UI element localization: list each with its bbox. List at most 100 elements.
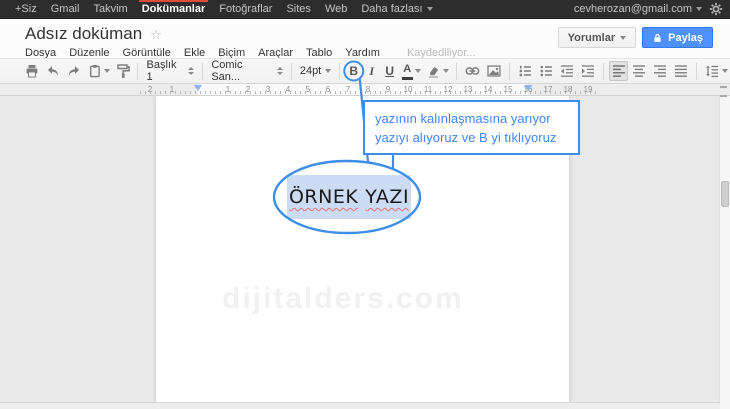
paint-format-button[interactable] [113, 61, 133, 81]
document-title[interactable]: Adsız doküman [25, 24, 142, 44]
decrease-indent-icon [560, 65, 573, 77]
topbar-item-sites[interactable]: Sites [279, 0, 317, 18]
ruler-number: 14 [483, 85, 493, 94]
toolbar-separator [508, 62, 510, 80]
bulleted-list-icon [540, 65, 552, 77]
bold-button[interactable]: B [345, 61, 362, 81]
undo-button[interactable] [43, 61, 63, 81]
toolbar-separator [202, 62, 204, 80]
document-word: ÖRNEK [288, 186, 359, 208]
align-right-button[interactable] [650, 61, 670, 81]
vertical-scrollbar-thumb[interactable] [721, 181, 729, 207]
left-indent-marker[interactable] [194, 85, 202, 91]
ruler-number: 1 [169, 85, 175, 94]
align-left-icon [612, 65, 625, 77]
watermark: dijitalders.com [222, 282, 464, 315]
underline-label: U [385, 64, 395, 78]
ruler-number: 2 [147, 85, 153, 94]
topbar-item-takvim[interactable]: Takvim [86, 0, 134, 18]
toolbar-separator [696, 62, 698, 80]
bulleted-list-button[interactable] [536, 61, 556, 81]
font-label: Comic San... [211, 59, 243, 83]
text-color-button[interactable]: A [399, 61, 423, 81]
chevron-down-icon [443, 69, 450, 73]
font-size-dropdown[interactable]: 24pt [297, 61, 334, 81]
topbar-item-more[interactable]: Daha fazlası [354, 0, 439, 18]
numbered-list-icon [519, 65, 531, 77]
gear-icon[interactable] [708, 1, 724, 17]
italic-button[interactable]: I [363, 61, 380, 81]
justify-button[interactable] [671, 61, 691, 81]
chevron-down-icon [103, 69, 110, 73]
undo-icon [47, 66, 58, 76]
align-left-button[interactable] [608, 61, 629, 81]
decrease-indent-button[interactable] [557, 61, 577, 81]
topbar-item-web[interactable]: Web [318, 0, 354, 18]
star-icon[interactable]: ☆ [150, 28, 162, 41]
redo-icon [68, 66, 79, 76]
callout-line-2: yazıyı alıyoruz ve B yi tıklıyoruz [375, 130, 557, 145]
paint-format-icon [116, 64, 130, 78]
insert-image-icon [487, 65, 501, 77]
font-dropdown[interactable]: Comic San... [208, 59, 286, 83]
font-size-label: 24pt [299, 65, 322, 77]
share-button[interactable]: Paylaş [642, 27, 713, 48]
insert-link-button[interactable] [462, 61, 483, 81]
document-word: YAZI [365, 186, 410, 208]
share-label: Paylaş [668, 31, 703, 44]
ruler-number: 15 [503, 85, 513, 94]
printer-icon [26, 65, 38, 78]
callout-box: yazının kalınlaşmasına yarıyor yazıyı al… [363, 100, 580, 155]
redo-button[interactable] [64, 61, 84, 81]
topbar-item-dokumanlar[interactable]: Dokümanlar [135, 0, 213, 18]
italic-label: I [369, 64, 375, 78]
selected-text[interactable]: ÖRNEK YAZI [287, 175, 411, 219]
toolbar-separator [602, 62, 604, 80]
chevron-down-icon [696, 7, 702, 11]
updown-icon [188, 67, 195, 75]
scroll-corner-icon[interactable] [720, 86, 727, 97]
highlighter-icon [429, 66, 439, 78]
updown-icon [276, 67, 283, 75]
toolbar-separator [290, 62, 292, 80]
ruler-number: 8 [365, 85, 371, 94]
ruler-number: 19 [583, 85, 593, 94]
topbar-item-siz[interactable]: +Siz [8, 0, 44, 18]
ruler-number: 11 [423, 85, 433, 94]
print-button[interactable] [22, 61, 42, 81]
link-icon [465, 67, 480, 75]
lock-icon [654, 33, 661, 42]
text-color-icon: A [401, 62, 413, 80]
vertical-scrollbar[interactable] [719, 96, 730, 409]
ruler-number: 2 [245, 85, 251, 94]
numbered-list-button[interactable] [515, 61, 535, 81]
bold-label: B [349, 64, 359, 78]
ruler-number: 10 [403, 85, 413, 94]
line-spacing-button[interactable] [702, 61, 730, 81]
style-dropdown[interactable]: Başlık 1 [143, 59, 197, 83]
underline-button[interactable]: U [381, 61, 398, 81]
increase-indent-button[interactable] [578, 61, 598, 81]
highlight-color-button[interactable] [424, 61, 451, 81]
right-indent-marker[interactable] [524, 85, 532, 91]
google-bar: +Siz Gmail Takvim Dokümanlar Fotoğraflar… [0, 0, 730, 19]
chevron-down-icon [722, 69, 729, 73]
toolbar-separator [137, 62, 139, 80]
ruler-number: 4 [285, 85, 291, 94]
horizontal-scrollbar[interactable] [0, 402, 720, 409]
chevron-down-icon [414, 69, 421, 73]
topbar-item-gmail[interactable]: Gmail [44, 0, 87, 18]
ruler-number: 7 [345, 85, 351, 94]
google-bar-account-area: cevherozan@gmail.com [574, 0, 730, 18]
align-center-button[interactable] [629, 61, 649, 81]
ruler-number: 12 [443, 85, 453, 94]
ruler-number: 3 [265, 85, 271, 94]
comments-button[interactable]: Yorumlar [557, 27, 637, 48]
web-clipboard-button[interactable] [85, 61, 112, 81]
ruler-number: 9 [385, 85, 391, 94]
insert-image-button[interactable] [484, 61, 504, 81]
line-spacing-icon [706, 65, 719, 78]
topbar-more-label: Daha fazlası [361, 3, 423, 15]
topbar-item-fotograflar[interactable]: Fotoğraflar [212, 0, 279, 18]
account-menu[interactable]: cevherozan@gmail.com [574, 3, 702, 15]
